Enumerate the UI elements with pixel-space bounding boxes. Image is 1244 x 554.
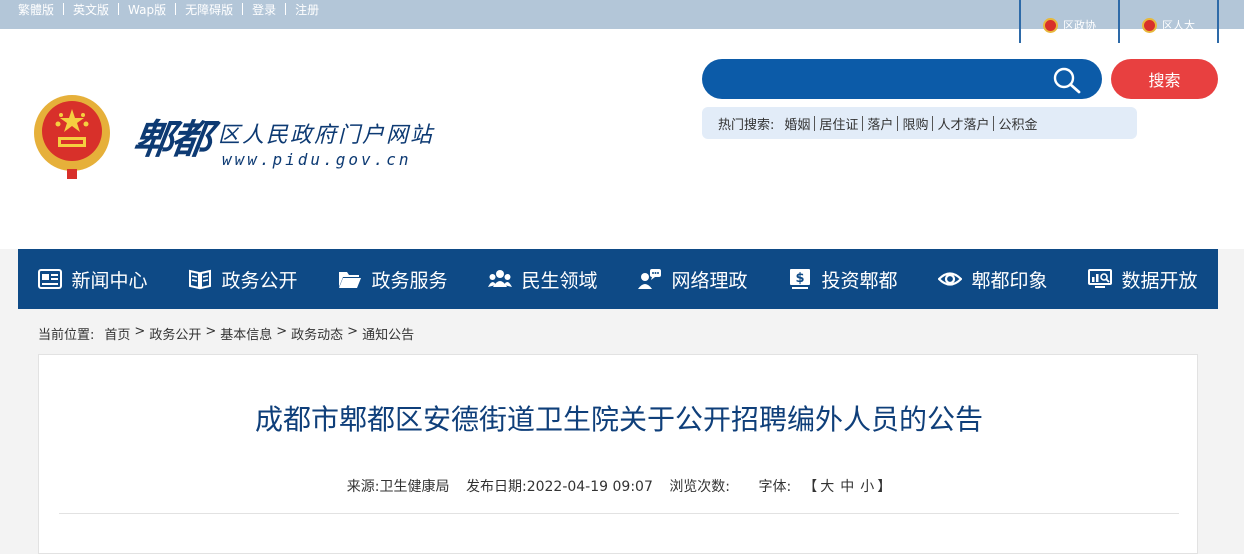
breadcrumb: 当前位置: 首页 > 政务公开 > 基本信息 > 政务动态 > 通知公告 xyxy=(38,324,414,343)
wap-version-link[interactable]: Wap版 xyxy=(128,1,166,18)
nav-item-label: 数据开放 xyxy=(1121,269,1198,292)
npc-link-label: 区人大 xyxy=(1162,19,1195,32)
breadcrumb-separator: > xyxy=(347,324,359,339)
breadcrumb-separator: > xyxy=(134,324,146,339)
divider xyxy=(285,3,287,15)
news-icon xyxy=(38,269,63,289)
cppcc-link-label: 区政协 xyxy=(1063,19,1096,32)
nav-item-open-data[interactable]: 数据开放 xyxy=(1068,249,1218,309)
nav-item-news[interactable]: 新闻中心 xyxy=(18,249,168,309)
nav-item-label: 民生领域 xyxy=(521,269,598,292)
monitor-icon xyxy=(1088,269,1113,288)
hot-keyword[interactable]: 人才落户 xyxy=(937,114,989,133)
divider xyxy=(242,3,244,15)
divider xyxy=(993,115,995,131)
breadcrumb-basic-info[interactable]: 基本信息 xyxy=(220,324,272,343)
source-label: 来源: xyxy=(346,479,380,495)
top-links: 繁體版 英文版 Wap版 无障碍版 登录 注册 xyxy=(18,0,319,18)
font-size-field: 字体: 【大中小】 xyxy=(758,479,891,495)
breadcrumb-label: 当前位置: xyxy=(38,328,95,343)
date-value: 2022-04-19 09:07 xyxy=(526,479,653,495)
font-bracket-close: 】 xyxy=(877,479,892,495)
nav-item-label: 网络理政 xyxy=(671,269,748,292)
divider xyxy=(63,3,65,15)
views-label: 浏览次数: xyxy=(669,479,731,495)
login-link[interactable]: 登录 xyxy=(252,1,276,18)
register-link[interactable]: 注册 xyxy=(295,1,319,18)
source-field: 来源:卫生健康局 xyxy=(347,479,450,495)
date-label: 发布日期: xyxy=(465,479,527,495)
divider xyxy=(862,115,864,131)
hot-keyword[interactable]: 限购 xyxy=(902,114,928,133)
breadcrumb-notices[interactable]: 通知公告 xyxy=(362,324,414,343)
site-logo-url: www.pidu.gov.cn xyxy=(222,150,412,169)
hot-keyword[interactable]: 婚姻 xyxy=(784,114,810,133)
search-icon[interactable] xyxy=(1052,66,1082,94)
search-input[interactable] xyxy=(702,59,1102,99)
site-logo-subtitle: 区人民政府门户网站 xyxy=(218,123,435,148)
divider xyxy=(897,115,899,131)
nav-item-label: 政务服务 xyxy=(371,269,448,292)
search-button[interactable]: 搜索 xyxy=(1111,59,1218,99)
accessible-version-link[interactable]: 无障碍版 xyxy=(185,1,233,18)
article-meta: 来源:卫生健康局 发布日期:2022-04-19 09:07 浏览次数: 字体:… xyxy=(39,476,1199,496)
nav-item-gov-affairs[interactable]: 政务公开 xyxy=(168,249,318,309)
folder-icon xyxy=(339,272,362,288)
hot-keyword[interactable]: 公积金 xyxy=(998,114,1037,133)
site-logo-main[interactable]: 郫都 xyxy=(130,107,214,165)
related-sites: 区政协 区人大 xyxy=(1019,0,1219,43)
nav-item-investment[interactable]: $ 投资郫都 xyxy=(768,249,918,309)
emblem-icon xyxy=(1142,18,1157,33)
breadcrumb-separator: > xyxy=(205,324,217,339)
hot-keyword[interactable]: 居住证 xyxy=(819,114,858,133)
hot-search-label: 热门搜索: xyxy=(718,117,775,133)
font-bracket-open: 【 xyxy=(803,479,818,495)
views-field: 浏览次数: xyxy=(669,479,730,495)
article-title: 成都市郫都区安德街道卫生院关于公开招聘编外人员的公告 xyxy=(254,403,983,436)
font-size-label: 字体: xyxy=(758,479,792,495)
site-header: 郫都 区人民政府门户网站 www.pidu.gov.cn 搜索 热门搜索: 婚姻… xyxy=(0,29,1244,249)
divider xyxy=(118,3,120,15)
nav-item-label: 投资郫都 xyxy=(821,269,898,292)
traditional-chinese-link[interactable]: 繁體版 xyxy=(18,1,54,18)
date-field: 发布日期:2022-04-19 09:07 xyxy=(466,479,653,495)
divider xyxy=(814,115,816,131)
book-icon xyxy=(189,269,212,290)
english-version-link[interactable]: 英文版 xyxy=(73,1,109,18)
source-value: 卫生健康局 xyxy=(379,479,450,495)
svg-text:$: $ xyxy=(796,271,805,286)
divider xyxy=(175,3,177,15)
nav-item-gov-services[interactable]: 政务服务 xyxy=(318,249,468,309)
cppcc-link[interactable]: 区政协 xyxy=(1019,0,1118,43)
emblem-icon xyxy=(1043,18,1058,33)
divider xyxy=(59,513,1179,514)
dollar-icon: $ xyxy=(790,269,811,289)
hot-search-bar: 热门搜索: 婚姻 居住证 落户 限购 人才落户 公积金 xyxy=(702,107,1137,139)
nav-item-online-governance[interactable]: 网络理政 xyxy=(618,249,768,309)
nav-item-label: 政务公开 xyxy=(221,269,298,292)
eye-icon xyxy=(938,272,963,286)
breadcrumb-gov-news[interactable]: 政务动态 xyxy=(291,324,343,343)
nav-item-label: 新闻中心 xyxy=(71,269,148,292)
nav-item-impression[interactable]: 郫都印象 xyxy=(918,249,1068,309)
nav-item-label: 郫都印象 xyxy=(971,269,1048,292)
hot-keyword[interactable]: 落户 xyxy=(867,114,893,133)
font-large-button[interactable]: 大 xyxy=(820,479,834,495)
font-medium-button[interactable]: 中 xyxy=(840,479,854,495)
main-nav: 新闻中心 政务公开 政务服务 民生领域 网络理政 $ 投资郫都 郫都印象 数据开… xyxy=(18,249,1218,309)
article-panel: 成都市郫都区安德街道卫生院关于公开招聘编外人员的公告 来源:卫生健康局 发布日期… xyxy=(38,354,1198,554)
font-small-button[interactable]: 小 xyxy=(860,479,874,495)
chat-user-icon xyxy=(638,269,662,289)
breadcrumb-separator: > xyxy=(276,324,288,339)
breadcrumb-home[interactable]: 首页 xyxy=(104,324,130,343)
people-icon xyxy=(488,270,513,287)
divider xyxy=(1217,0,1219,43)
national-emblem-icon xyxy=(34,95,110,179)
nav-item-livelihood[interactable]: 民生领域 xyxy=(468,249,618,309)
divider xyxy=(932,115,934,131)
npc-link[interactable]: 区人大 xyxy=(1118,0,1217,43)
breadcrumb-gov-affairs[interactable]: 政务公开 xyxy=(149,324,201,343)
